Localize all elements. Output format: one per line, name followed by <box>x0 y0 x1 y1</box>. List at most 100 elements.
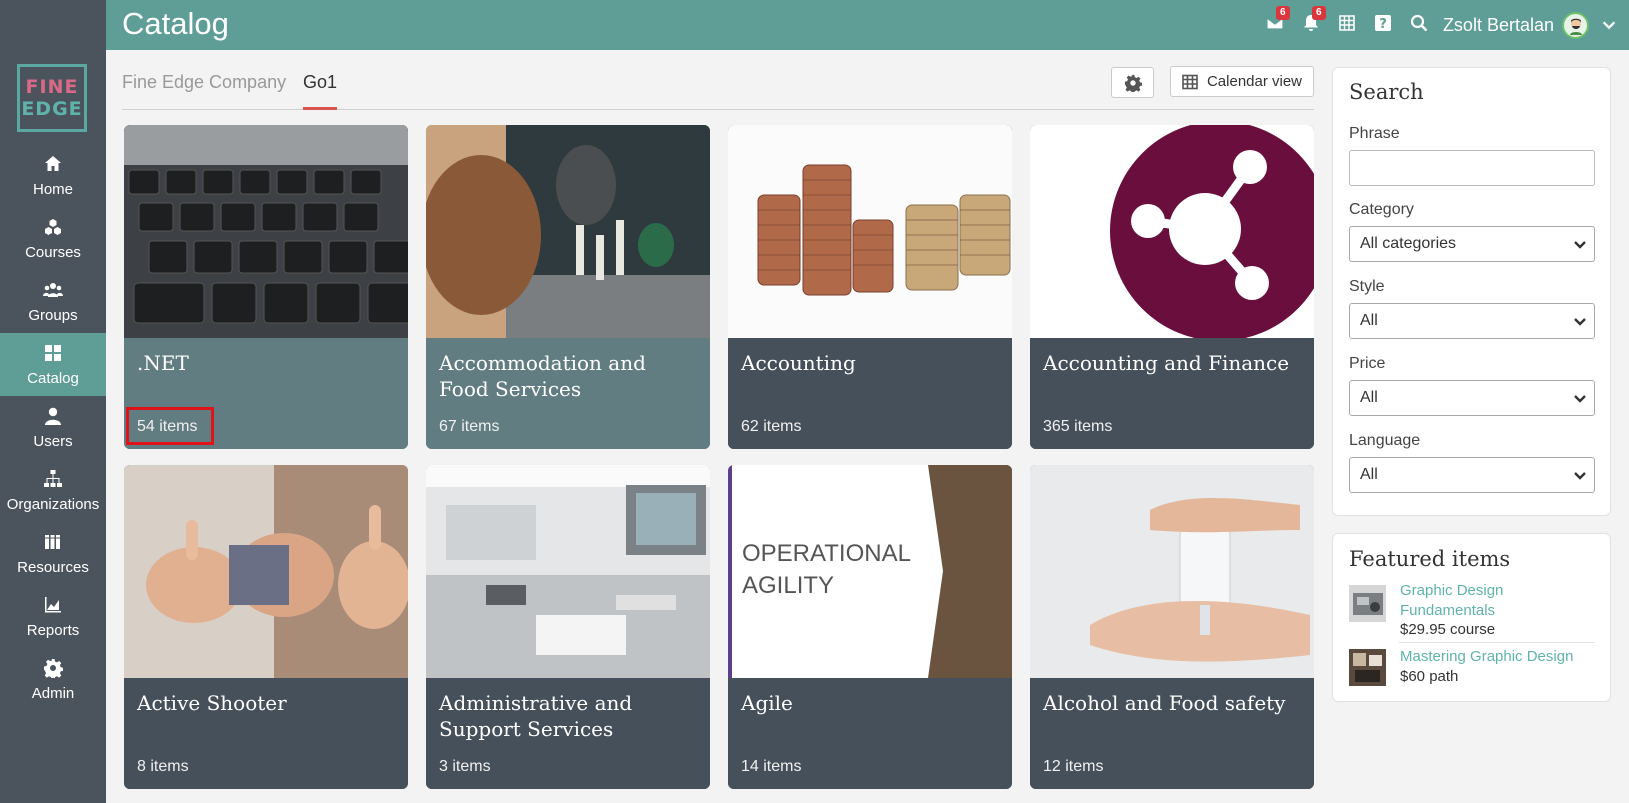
style-label: Style <box>1349 278 1385 295</box>
fine-edge-logo[interactable]: FINE EDGE <box>17 64 87 132</box>
agile-image-text-2: AGILITY <box>742 572 834 599</box>
card-item-count: 8 items <box>137 758 189 775</box>
catalog-card-alcohol-food[interactable]: Alcohol and Food safety 12 items <box>1030 465 1314 789</box>
office-desk-image <box>426 465 710 678</box>
bar-people-image <box>426 125 710 338</box>
sidebar-item-organizations[interactable]: Organizations <box>0 459 106 522</box>
sidebar-item-admin[interactable]: Admin <box>0 648 106 711</box>
calendar-grid-icon <box>1337 13 1357 38</box>
catalog-card-administrative[interactable]: Administrative and Support Services 3 it… <box>426 465 710 789</box>
search-button[interactable] <box>1401 0 1437 50</box>
card-info: Accounting 62 items <box>728 338 1012 449</box>
tab-go1[interactable]: Go1 <box>303 72 338 110</box>
chevron-down-icon <box>1574 318 1586 326</box>
sidebar-item-courses[interactable]: Courses <box>0 207 106 270</box>
logo-line-2: EDGE <box>21 98 83 120</box>
catalog-card-active-shooter[interactable]: Active Shooter 8 items <box>124 465 408 789</box>
card-item-count: 67 items <box>439 418 500 435</box>
price-label: Price <box>1349 355 1386 372</box>
page-title: Catalog <box>122 6 229 41</box>
featured-item-link[interactable]: Graphic Design Fundamentals <box>1400 581 1503 621</box>
phrase-label: Phrase <box>1349 125 1400 142</box>
card-item-count: 12 items <box>1043 758 1104 775</box>
card-title: Alcohol and Food safety <box>1043 691 1286 715</box>
style-select-value: All <box>1360 312 1378 329</box>
coins-image <box>728 125 1012 338</box>
chevron-down-icon <box>1574 395 1586 403</box>
featured-thumbnail <box>1349 585 1386 622</box>
help-icon: ? <box>1373 13 1393 38</box>
notifications-button[interactable]: 6 <box>1293 0 1329 50</box>
gear-icon <box>1124 74 1142 92</box>
sidebar-item-users[interactable]: Users <box>0 396 106 459</box>
sidebar-item-home[interactable]: Home <box>0 144 106 207</box>
user-name[interactable]: Zsolt Bertalan <box>1443 15 1554 36</box>
card-title: Administrative and Support Services <box>439 691 633 741</box>
card-item-count: 14 items <box>741 758 802 775</box>
help-button[interactable]: ? <box>1365 0 1401 50</box>
area-chart-icon <box>42 594 64 616</box>
sidebar-item-groups[interactable]: Groups <box>0 270 106 333</box>
sidebar-item-label: Home <box>32 181 73 198</box>
avatar[interactable] <box>1562 11 1589 39</box>
sidebar-item-label: Resources <box>17 559 89 576</box>
chevron-down-icon <box>1602 21 1616 30</box>
card-title: Active Shooter <box>137 691 287 715</box>
price-select[interactable]: All <box>1349 380 1595 416</box>
card-title: Accommodation and Food Services <box>439 351 646 401</box>
language-label: Language <box>1349 432 1421 449</box>
language-select-value: All <box>1360 466 1378 483</box>
settings-button[interactable] <box>1111 67 1154 98</box>
card-info: Administrative and Support Services 3 it… <box>426 678 710 789</box>
catalog-card-dotnet[interactable]: .NET 54 items <box>124 125 408 449</box>
sitemap-icon <box>42 468 64 490</box>
sidebar-item-catalog[interactable]: Catalog <box>0 333 106 396</box>
card-item-count: 3 items <box>439 758 491 775</box>
chevron-down-icon <box>1574 241 1586 249</box>
featured-panel-title: Featured items <box>1349 547 1511 571</box>
top-icons: 6 6 ? Zsolt Bertalan <box>1257 0 1629 50</box>
category-select[interactable]: All categories <box>1349 226 1595 262</box>
groups-icon <box>42 279 64 301</box>
featured-item[interactable]: Graphic Design Fundamentals $29.95 cours… <box>1349 581 1597 643</box>
featured-item[interactable]: Mastering Graphic Design $60 path <box>1349 647 1597 693</box>
catalog-card-accounting-finance[interactable]: Accounting and Finance 365 items <box>1030 125 1314 449</box>
user-menu-toggle[interactable] <box>1589 16 1629 34</box>
sidebar-item-reports[interactable]: Reports <box>0 585 106 648</box>
featured-divider <box>1399 642 1595 643</box>
calendar-button[interactable] <box>1329 0 1365 50</box>
books-icon <box>42 531 64 553</box>
featured-thumbnail <box>1349 649 1386 686</box>
sidebar: FINE EDGE Home Courses Groups Catalog Us… <box>0 0 106 803</box>
calendar-view-button[interactable]: Calendar view <box>1170 66 1314 97</box>
home-icon <box>42 153 64 175</box>
featured-item-link[interactable]: Mastering Graphic Design <box>1400 647 1573 667</box>
catalog-card-accounting[interactable]: Accounting 62 items <box>728 125 1012 449</box>
courses-icon <box>42 216 64 238</box>
tab-fine-edge-company[interactable]: Fine Edge Company <box>122 72 286 107</box>
sidebar-item-resources[interactable]: Resources <box>0 522 106 585</box>
sidebar-item-label: Catalog <box>27 370 79 387</box>
highlight-box <box>126 407 214 445</box>
search-panel: Search Phrase Category All categories St… <box>1332 67 1611 516</box>
featured-item-price: $29.95 course <box>1400 621 1496 638</box>
search-icon <box>1409 13 1429 38</box>
search-panel-title: Search <box>1349 80 1424 104</box>
catalog-card-agile[interactable]: OPERATIONAL AGILITY Agile 14 items <box>728 465 1012 789</box>
card-title: .NET <box>137 351 189 375</box>
user-avatar-icon <box>1569 18 1582 35</box>
notifications-badge: 6 <box>1311 6 1326 20</box>
card-title: Agile <box>741 691 793 715</box>
phrase-input[interactable] <box>1349 150 1595 186</box>
language-select[interactable]: All <box>1349 457 1595 493</box>
catalog-card-accommodation[interactable]: Accommodation and Food Services 67 items <box>426 125 710 449</box>
featured-panel: Featured items Graphic Design Fundamenta… <box>1332 533 1611 702</box>
messages-button[interactable]: 6 <box>1257 0 1293 50</box>
featured-item-price: $60 path <box>1400 668 1459 685</box>
sidebar-item-label: Users <box>33 433 73 450</box>
keyboard-image <box>124 125 408 338</box>
sidebar-item-label: Courses <box>25 244 81 261</box>
card-info: .NET 54 items <box>124 338 408 449</box>
user-icon <box>42 405 64 427</box>
style-select[interactable]: All <box>1349 303 1595 339</box>
